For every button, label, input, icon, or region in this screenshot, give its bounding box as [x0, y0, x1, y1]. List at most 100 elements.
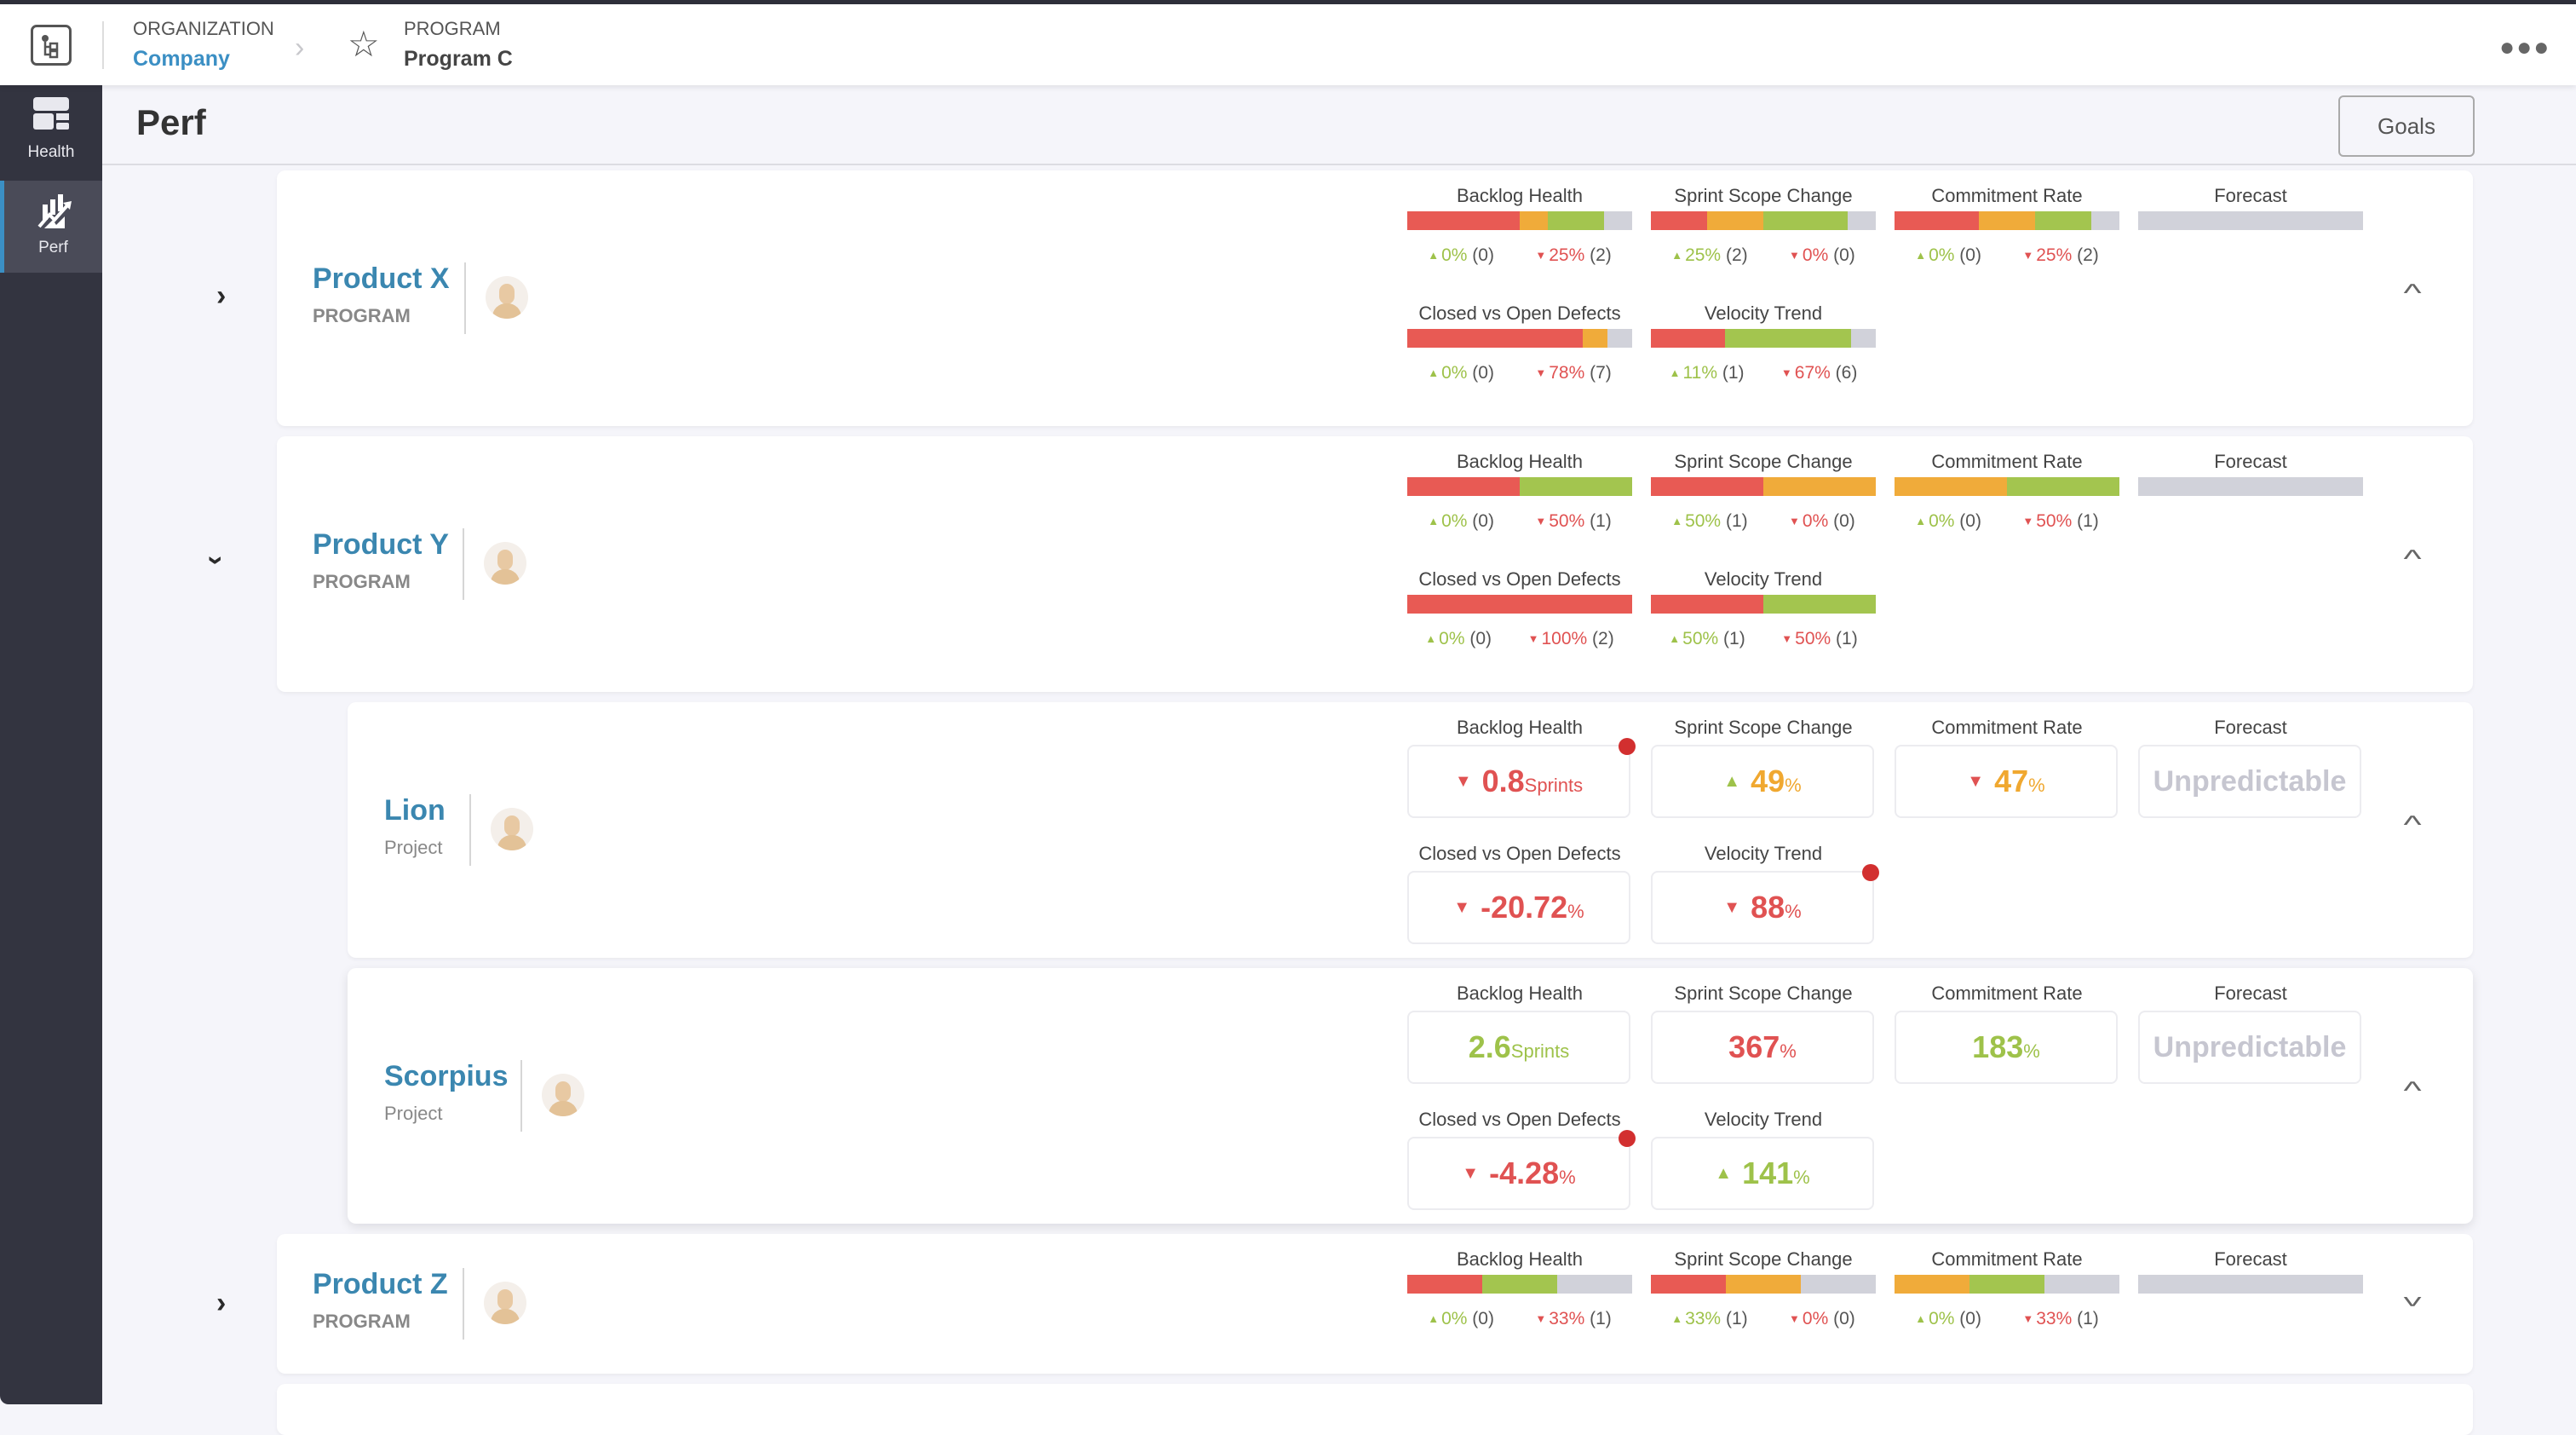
- metric-title: Commitment Rate: [1931, 185, 2083, 206]
- distribution-bar[interactable]: [1651, 1275, 1876, 1294]
- org-tree-button[interactable]: [31, 25, 72, 66]
- distribution-bar[interactable]: [2138, 211, 2363, 230]
- down-stat: ▼ 67% (6): [1780, 363, 1858, 383]
- metric-value-box[interactable]: ▼ -20.72%: [1407, 871, 1630, 944]
- org-link[interactable]: Company: [133, 47, 230, 72]
- avatar[interactable]: [542, 1074, 584, 1116]
- metric-backlog: Backlog Health ▼ 0.8Sprints: [1407, 716, 1636, 818]
- metric-title: Commitment Rate: [1931, 1248, 2083, 1270]
- metric-scope: Sprint Scope Change ▲ 50% (1) ▼ 0% (0): [1651, 450, 1876, 532]
- triangle-up-icon: ▲: [1428, 1312, 1440, 1325]
- metric-value-box[interactable]: ▲ 141%: [1651, 1137, 1874, 1210]
- triangle-up-icon: ▲: [1425, 632, 1437, 645]
- divider: [464, 262, 466, 334]
- metric-unit: %: [1785, 901, 1802, 922]
- triangle-up-icon: ▲: [1671, 249, 1683, 262]
- distribution-bar[interactable]: [1651, 595, 1876, 614]
- triangle-down-icon: ▼: [1535, 366, 1547, 379]
- chevron-up-icon[interactable]: ^: [2403, 545, 2421, 574]
- goals-button[interactable]: Goals: [2338, 95, 2475, 157]
- sidebar-item-perf[interactable]: Perf: [0, 181, 102, 273]
- metric-value-box[interactable]: Unpredictable: [2138, 745, 2361, 818]
- distribution-bar[interactable]: [2138, 1275, 2363, 1294]
- triangle-down-icon: ▼: [2022, 249, 2034, 262]
- metric-value-box[interactable]: Unpredictable: [2138, 1011, 2361, 1084]
- metric-title: Velocity Trend: [1704, 303, 1823, 324]
- metric-velocity: Velocity Trend ▲ 11% (1) ▼ 67% (6): [1651, 302, 1876, 383]
- up-stat: ▲ 0% (0): [1428, 511, 1494, 531]
- distribution-bar[interactable]: [1407, 329, 1632, 348]
- metric-defects: Closed vs Open Defects ▲ 0% (0) ▼ 78% (7): [1407, 302, 1632, 383]
- distribution-bar[interactable]: [1651, 211, 1876, 230]
- expand-chevron-icon[interactable]: ›: [216, 280, 226, 313]
- sidebar-item-health[interactable]: Health: [0, 85, 102, 177]
- avatar[interactable]: [491, 808, 533, 850]
- hierarchy-icon: [42, 35, 59, 59]
- distribution-bar[interactable]: [1407, 477, 1632, 496]
- metric-unit: Sprints: [1510, 1040, 1570, 1062]
- metric-value: -4.28%: [1489, 1155, 1576, 1190]
- chevron-down-icon[interactable]: ^: [2403, 1282, 2421, 1311]
- up-stat: ▲ 0% (0): [1428, 245, 1494, 265]
- metric-value-box[interactable]: ▼ 0.8Sprints: [1407, 738, 1636, 818]
- metric-value-box[interactable]: 2.6Sprints: [1407, 1011, 1630, 1084]
- metric-title: Backlog Health: [1457, 983, 1583, 1004]
- metric-value-box[interactable]: 367%: [1651, 1011, 1874, 1084]
- metric-value-box[interactable]: ▼ -4.28%: [1407, 1130, 1636, 1210]
- metric-value-box[interactable]: 183%: [1895, 1011, 2118, 1084]
- chevron-up-icon[interactable]: ^: [2403, 280, 2421, 308]
- distribution-bar[interactable]: [1895, 477, 2119, 496]
- avatar[interactable]: [484, 542, 526, 585]
- more-horizontal-icon[interactable]: ●●●: [2499, 33, 2550, 62]
- up-stat: ▲ 50% (1): [1671, 511, 1748, 531]
- bar-segment-green: [2007, 477, 2119, 496]
- bar-segment-red: [1407, 595, 1632, 614]
- distribution-bar[interactable]: [1651, 477, 1876, 496]
- metric-title: Backlog Health: [1457, 1248, 1583, 1270]
- chevron-up-icon[interactable]: ^: [2403, 1077, 2421, 1106]
- metric-velocity: Velocity Trend ▲ 141%: [1651, 1108, 1876, 1210]
- metric-scope: Sprint Scope Change ▲ 33% (1) ▼ 0% (0): [1651, 1248, 1876, 1329]
- bar-segment-gray: [2138, 477, 2363, 496]
- triangle-down-icon: ▼: [1527, 632, 1539, 645]
- up-stat: ▲ 11% (1): [1669, 363, 1745, 383]
- triangle-up-icon: ▲: [1671, 1312, 1683, 1325]
- star-icon[interactable]: ☆: [348, 26, 380, 62]
- project-name[interactable]: Scorpius: [384, 1060, 508, 1093]
- metric-unit: %: [2023, 1040, 2040, 1062]
- down-stat: ▼ 78% (7): [1535, 363, 1612, 383]
- chevron-up-icon[interactable]: ^: [2403, 811, 2421, 840]
- triangle-up-icon: ▲: [1915, 515, 1927, 527]
- metric-title: Closed vs Open Defects: [1418, 843, 1621, 864]
- distribution-bar[interactable]: [1407, 1275, 1632, 1294]
- metric-title: Commitment Rate: [1931, 983, 2083, 1004]
- metric-value-box[interactable]: ▼ 47%: [1895, 745, 2118, 818]
- triangle-down-icon: ▼: [1723, 898, 1741, 917]
- distribution-bar[interactable]: [2138, 477, 2363, 496]
- expand-chevron-icon[interactable]: ›: [216, 1287, 226, 1320]
- distribution-bar[interactable]: [1407, 595, 1632, 614]
- avatar[interactable]: [484, 1282, 526, 1324]
- distribution-bar[interactable]: [1895, 1275, 2119, 1294]
- distribution-bar[interactable]: [1895, 211, 2119, 230]
- distribution-bar[interactable]: [1651, 329, 1876, 348]
- page-title: Perf: [136, 102, 206, 142]
- metric-title: Backlog Health: [1457, 185, 1583, 206]
- program-row: [277, 1384, 2473, 1435]
- divider: [463, 528, 464, 600]
- metric-title: Commitment Rate: [1931, 451, 2083, 472]
- metric-commit: Commitment Rate ▲ 0% (0) ▼ 33% (1): [1895, 1248, 2119, 1329]
- down-stat: ▼ 33% (1): [2022, 1309, 2099, 1328]
- program-name[interactable]: Product Y: [313, 528, 449, 562]
- avatar[interactable]: [486, 276, 528, 319]
- distribution-bar[interactable]: [1407, 211, 1632, 230]
- metric-value-box[interactable]: ▲ 49%: [1651, 745, 1874, 818]
- collapse-chevron-icon[interactable]: ›: [199, 556, 233, 565]
- metric-value-box[interactable]: ▼ 88%: [1651, 864, 1879, 944]
- program-name[interactable]: Product X: [313, 262, 450, 296]
- org-label: ORGANIZATION: [133, 18, 274, 39]
- metric-defects: Closed vs Open Defects ▲ 0% (0) ▼ 100% (2): [1407, 568, 1632, 649]
- project-name[interactable]: Lion: [384, 794, 446, 827]
- program-name[interactable]: Product Z: [313, 1268, 448, 1301]
- triangle-down-icon: ▼: [1780, 366, 1792, 379]
